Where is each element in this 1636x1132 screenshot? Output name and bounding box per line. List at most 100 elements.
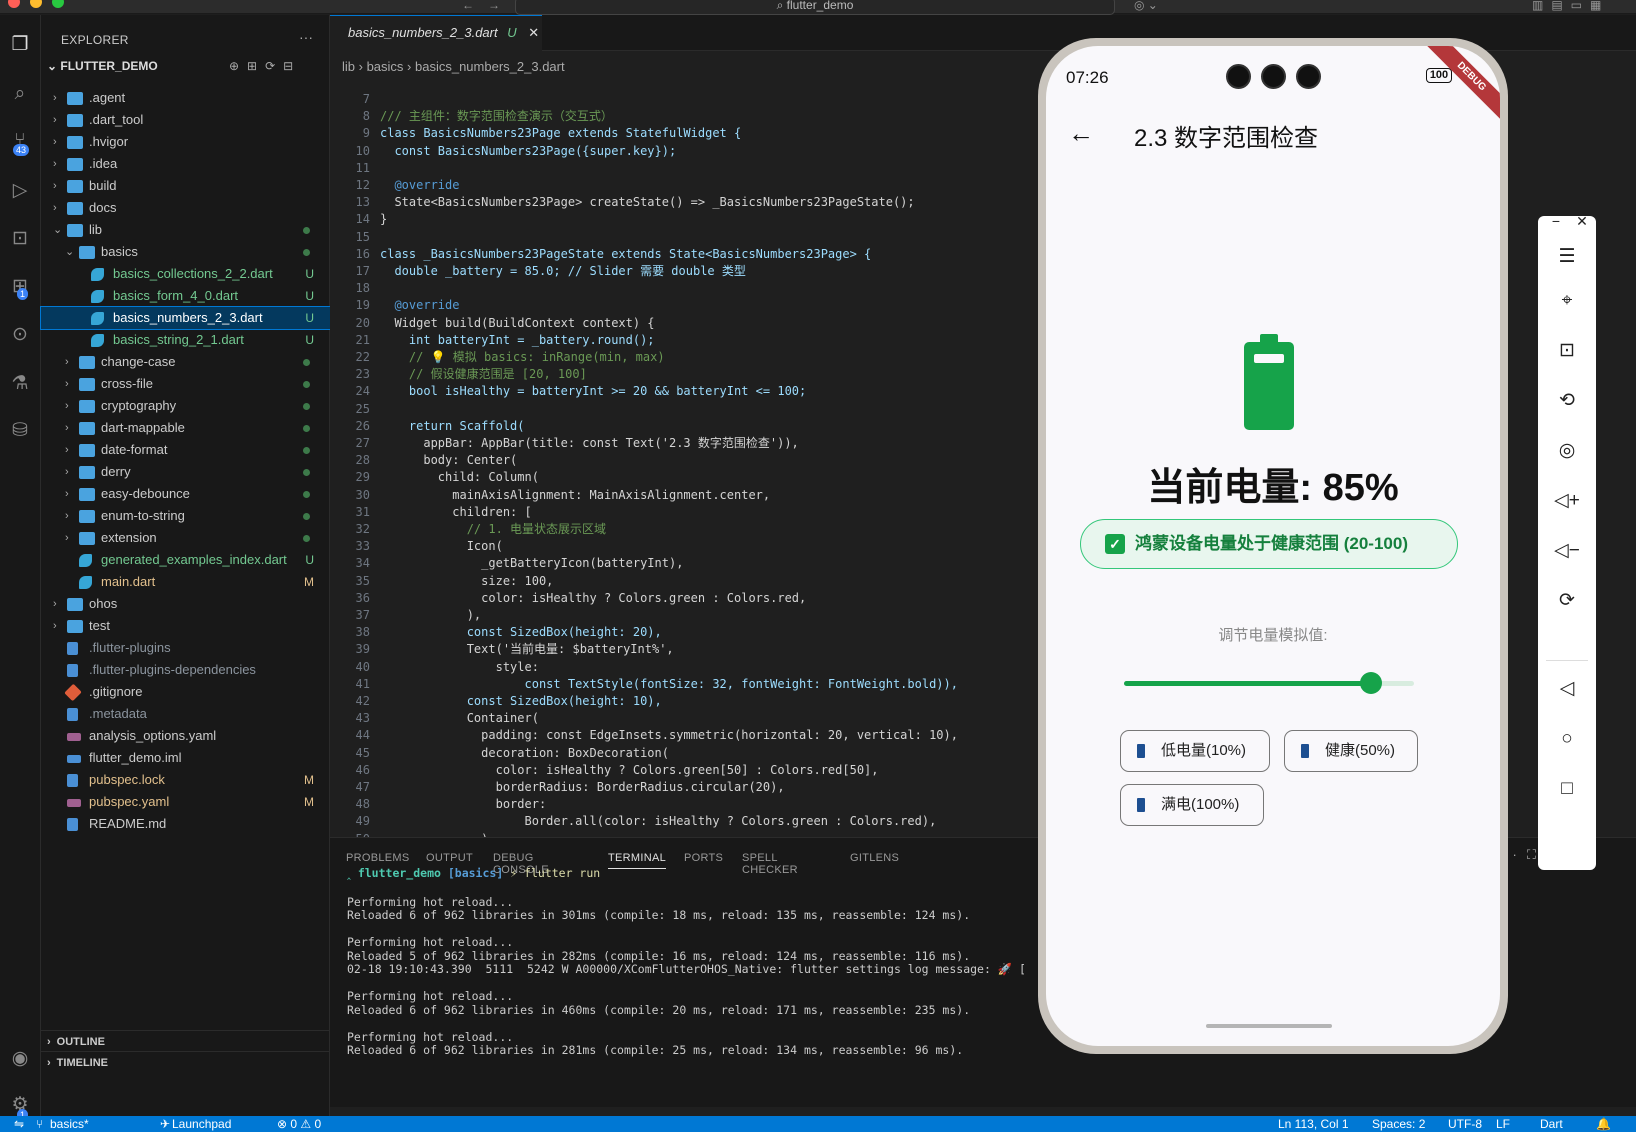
database-icon[interactable]: ⛁ bbox=[6, 417, 34, 445]
timeline-section[interactable]: › TIMELINE bbox=[41, 1051, 330, 1073]
eol[interactable]: LF bbox=[1496, 1116, 1510, 1132]
tree-item[interactable]: .metadata bbox=[41, 703, 330, 725]
tree-item[interactable]: generated_examples_index.dart U bbox=[41, 549, 330, 571]
layout-icons[interactable]: ▥▤▭▦ bbox=[1532, 0, 1609, 12]
testing-icon[interactable]: ⚗ bbox=[6, 370, 34, 398]
minimize-icon[interactable]: − bbox=[1542, 208, 1570, 234]
language-mode[interactable]: Dart bbox=[1540, 1116, 1563, 1132]
tree-item-label: .metadata bbox=[89, 706, 147, 721]
tree-item[interactable]: basics_string_2_1.dart U bbox=[41, 329, 330, 351]
tree-item[interactable]: › date-format bbox=[41, 439, 330, 461]
encoding[interactable]: UTF-8 bbox=[1448, 1116, 1482, 1132]
launchpad[interactable]: Launchpad bbox=[172, 1116, 231, 1132]
close-tab-icon[interactable]: ✕ bbox=[528, 25, 539, 40]
remote-icon[interactable]: ⊡ bbox=[6, 225, 34, 253]
breadcrumb-basics[interactable]: basics bbox=[367, 59, 404, 74]
tree-item[interactable]: › build bbox=[41, 175, 330, 197]
search-icon[interactable]: ⌕ bbox=[6, 80, 34, 108]
tree-item[interactable]: › ohos bbox=[41, 593, 330, 615]
tree-item[interactable]: › dart-mappable bbox=[41, 417, 330, 439]
copilot-icon[interactable]: ◎ ⌄ bbox=[1134, 0, 1158, 12]
low-battery-button[interactable]: 低电量(10%) bbox=[1120, 730, 1270, 772]
pointer-off-icon[interactable]: ⌖ bbox=[1553, 288, 1581, 314]
branch-name[interactable]: basics* bbox=[50, 1116, 89, 1132]
slider-thumb[interactable] bbox=[1359, 672, 1382, 694]
tree-item[interactable]: pubspec.yaml M bbox=[41, 791, 330, 813]
tree-item[interactable]: › change-case bbox=[41, 351, 330, 373]
tree-item[interactable]: ⌄ basics bbox=[41, 241, 330, 263]
home-indicator[interactable] bbox=[1206, 1024, 1332, 1028]
breadcrumb-lib[interactable]: lib bbox=[342, 59, 355, 74]
tree-item[interactable]: › derry bbox=[41, 461, 330, 483]
volume-up-icon[interactable]: ◁+ bbox=[1553, 488, 1581, 514]
tree-item[interactable]: › .agent bbox=[41, 87, 330, 109]
panel-tab-ports[interactable]: PORTS bbox=[684, 852, 723, 864]
battery-slider[interactable] bbox=[1124, 672, 1414, 694]
close-icon[interactable]: ✕ bbox=[1568, 208, 1596, 234]
tree-item[interactable]: › cross-file bbox=[41, 373, 330, 395]
terminal-output[interactable]: Performing hot reload... Reloaded 6 of 96… bbox=[347, 882, 1026, 1058]
nav-home-circle-icon[interactable]: ○ bbox=[1553, 726, 1581, 752]
menu-icon[interactable]: ☰ bbox=[1553, 244, 1581, 270]
tree-item[interactable]: › docs bbox=[41, 197, 330, 219]
breadcrumb-file[interactable]: basics_numbers_2_3.dart bbox=[415, 59, 565, 74]
back-arrow-icon[interactable]: ← bbox=[1068, 118, 1094, 149]
screenshot-icon[interactable]: ◎ bbox=[1553, 438, 1581, 464]
tree-item[interactable]: basics_collections_2_2.dart U bbox=[41, 263, 330, 285]
nav-forward-icon[interactable]: → bbox=[488, 0, 500, 12]
nav-back-triangle-icon[interactable]: ◁ bbox=[1553, 676, 1581, 702]
maximize-window-button[interactable] bbox=[52, 0, 64, 8]
tree-item[interactable]: .flutter-plugins-dependencies bbox=[41, 659, 330, 681]
tree-item[interactable]: › test bbox=[41, 615, 330, 637]
tree-item[interactable]: .flutter-plugins bbox=[41, 637, 330, 659]
panel-tab-terminal[interactable]: TERMINAL bbox=[608, 852, 667, 869]
notifications-icon[interactable]: 🔔 bbox=[1596, 1116, 1611, 1132]
tree-item[interactable]: analysis_options.yaml bbox=[41, 725, 330, 747]
tree-item[interactable]: › easy-debounce bbox=[41, 483, 330, 505]
nav-back-icon[interactable]: ← bbox=[462, 0, 474, 12]
more-actions-icon[interactable]: ··· bbox=[299, 29, 313, 45]
panel-tab-problems[interactable]: PROBLEMS bbox=[346, 852, 410, 864]
tree-item[interactable]: basics_numbers_2_3.dart U bbox=[40, 306, 331, 330]
indentation[interactable]: Spaces: 2 bbox=[1372, 1116, 1425, 1132]
account-icon[interactable]: ◉ bbox=[6, 1045, 34, 1073]
tree-item[interactable]: flutter_demo.iml bbox=[41, 747, 330, 769]
tree-item[interactable]: › .idea bbox=[41, 153, 330, 175]
tree-item[interactable]: pubspec.lock M bbox=[41, 769, 330, 791]
healthy-battery-button[interactable]: 健康(50%) bbox=[1284, 730, 1418, 772]
command-center[interactable]: ⌕ flutter_demo bbox=[515, 0, 1115, 15]
panel-tab-spell-checker[interactable]: SPELL CHECKER bbox=[742, 852, 798, 876]
rotate-icon[interactable]: ⟲ bbox=[1553, 388, 1581, 414]
project-root[interactable]: ⌄ FLUTTER_DEMO bbox=[47, 59, 158, 73]
problems-count[interactable]: ⊗ 0 ⚠ 0 bbox=[277, 1116, 321, 1132]
run-debug-icon[interactable]: ▷ bbox=[6, 177, 34, 205]
explorer-icon[interactable]: ❐ bbox=[6, 31, 34, 59]
tree-item[interactable]: basics_form_4_0.dart U bbox=[41, 285, 330, 307]
panel-tab-gitlens[interactable]: GITLENS bbox=[850, 852, 899, 864]
code-view[interactable]: 7 8 /// 主组件：数字范围检查演示（交互式） 9 class BasicsNumb… bbox=[330, 91, 1020, 851]
tree-item[interactable]: ⌄ lib bbox=[41, 219, 330, 241]
tree-item[interactable]: › extension bbox=[41, 527, 330, 549]
volume-down-icon[interactable]: ◁− bbox=[1553, 538, 1581, 564]
tab-basics-numbers[interactable]: basics_numbers_2_3.dart U ✕ bbox=[330, 15, 542, 51]
full-battery-button[interactable]: 满电(100%) bbox=[1120, 784, 1264, 826]
tree-item[interactable]: README.md bbox=[41, 813, 330, 835]
cursor-position[interactable]: Ln 113, Col 1 bbox=[1278, 1116, 1349, 1132]
tree-item[interactable]: › cryptography bbox=[41, 395, 330, 417]
outline-section[interactable]: › OUTLINE bbox=[41, 1030, 330, 1052]
nav-recents-square-icon[interactable]: □ bbox=[1553, 776, 1581, 802]
close-window-button[interactable] bbox=[8, 0, 20, 8]
tree-item[interactable]: › enum-to-string bbox=[41, 505, 330, 527]
shake-icon[interactable]: ⟳ bbox=[1553, 588, 1581, 614]
tree-item[interactable]: .gitignore bbox=[41, 681, 330, 703]
tree-item[interactable]: › .dart_tool bbox=[41, 109, 330, 131]
remote-indicator-icon[interactable]: ⇋ bbox=[14, 1116, 24, 1132]
explorer-actions[interactable]: ⊕⊞⟳⊟ bbox=[229, 59, 301, 73]
tree-item[interactable]: › .hvigor bbox=[41, 131, 330, 153]
terminal-line: Reloaded 6 of 962 libraries in 460ms (co… bbox=[347, 1002, 971, 1017]
panel-tab-output[interactable]: OUTPUT bbox=[426, 852, 473, 864]
minimize-window-button[interactable] bbox=[30, 0, 42, 8]
tree-item[interactable]: main.dart M bbox=[41, 571, 330, 593]
crop-icon[interactable]: ⊡ bbox=[1553, 338, 1581, 364]
gitlens-icon[interactable]: ⊙ bbox=[6, 321, 34, 349]
